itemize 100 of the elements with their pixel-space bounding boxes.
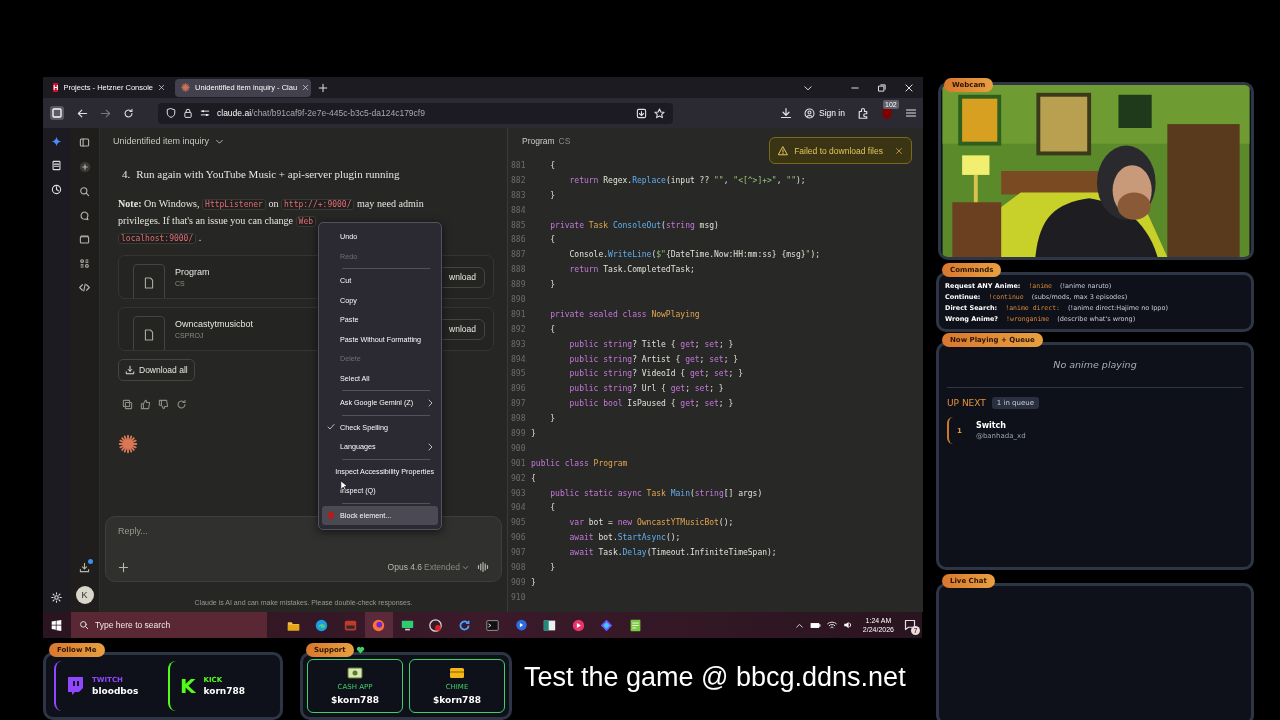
list-number: 4. (122, 168, 131, 180)
up-next-heading: UP NEXT (947, 398, 986, 408)
code-line: } (549, 190, 556, 200)
restore-icon[interactable] (877, 82, 887, 93)
back-icon[interactable] (77, 107, 88, 119)
user-avatar[interactable]: K (75, 586, 94, 604)
play-icon[interactable] (571, 618, 585, 632)
conversation-title[interactable]: Unidentified item inquiry (113, 136, 210, 146)
history-icon[interactable] (51, 184, 62, 195)
speaker-icon[interactable] (842, 620, 853, 630)
file-icon (144, 329, 154, 341)
battery-icon[interactable] (809, 620, 821, 630)
mixer-icon[interactable] (343, 618, 357, 632)
download-icon[interactable] (780, 107, 792, 119)
code-line: } (549, 280, 556, 290)
line-number: 908 (510, 563, 527, 572)
download-tray-icon[interactable] (79, 562, 90, 573)
line-number: 888 (510, 265, 527, 275)
document-icon[interactable] (51, 160, 62, 171)
file-title: Program (522, 136, 555, 146)
line-number: 890 (510, 294, 527, 304)
settings-icon[interactable] (51, 592, 62, 603)
queue-title: Switch (975, 421, 1008, 430)
line-number: 881 (510, 160, 527, 170)
warning-icon (778, 145, 789, 156)
new-tab-icon[interactable] (318, 82, 328, 93)
asterisk-icon (181, 83, 190, 92)
forward-icon (100, 107, 111, 119)
code-line: public string? VideoId { get; set; } (568, 369, 743, 379)
sparkle-icon[interactable] (51, 136, 62, 147)
handle-text: $korn788 (433, 695, 481, 705)
refresh-icon[interactable] (457, 618, 471, 632)
wifi-icon[interactable] (826, 620, 837, 630)
code-line: return Task.CompletedTask; (568, 265, 695, 275)
line-number: 899 (510, 428, 527, 438)
code-line: } (531, 577, 536, 587)
retry-icon[interactable] (176, 399, 187, 410)
file-name: Owncastytmusicbot (175, 319, 254, 329)
notepad-icon[interactable] (628, 618, 642, 632)
install-icon[interactable] (636, 107, 647, 119)
sidebar-icon[interactable] (49, 105, 65, 121)
logo-letter: K (180, 676, 196, 696)
line-number: 882 (510, 175, 527, 185)
code-line: { (549, 503, 556, 513)
terminal-icon[interactable] (486, 618, 500, 632)
line-number: 885 (510, 220, 527, 230)
handle-text: $korn788 (331, 695, 379, 705)
line-number: 909 (510, 577, 527, 587)
extensions-icon[interactable] (857, 107, 869, 119)
monitor-icon[interactable] (400, 618, 414, 632)
address-bar[interactable]: claude.ai/chat/b91caf9f-2e7e-445c-b3c5-da124c179cf9 (158, 102, 673, 124)
code-line: { (549, 324, 556, 334)
search-icon[interactable] (79, 186, 90, 197)
line-number: 889 (510, 280, 527, 290)
error-toast: Failed to download files (769, 137, 912, 164)
model-selector[interactable]: Opus 4.6 Extended (387, 562, 469, 572)
star-icon[interactable] (654, 107, 665, 119)
code-line: { (531, 473, 536, 483)
notification-icon[interactable] (904, 619, 916, 631)
code-line: { (549, 160, 556, 170)
folder-icon[interactable] (79, 234, 90, 245)
copy-icon[interactable] (122, 399, 133, 410)
code-line: } (549, 563, 556, 572)
fox-icon[interactable] (372, 618, 386, 632)
add-icon[interactable] (118, 561, 129, 573)
handle-text: bloodbos (92, 686, 139, 696)
line-number: 898 (510, 414, 527, 424)
grid-icon[interactable] (79, 258, 90, 269)
record-icon[interactable] (429, 618, 443, 632)
line-number: 897 (510, 399, 527, 409)
code-line: private Task ConsoleOut(string msg) (549, 220, 719, 230)
sliders-icon (200, 108, 210, 118)
window-icon[interactable] (543, 618, 557, 632)
code-line: public class Program (531, 458, 628, 468)
menu-icon[interactable] (905, 107, 917, 119)
thumbs-down-icon[interactable] (158, 399, 169, 410)
code-line: public static async Task Main(string[] args) (549, 488, 763, 498)
new-chat-icon[interactable] (78, 161, 91, 173)
line-number: 891 (510, 309, 527, 319)
banknote-icon (347, 667, 363, 679)
search-icon (79, 620, 89, 630)
line-number: 907 (510, 548, 527, 558)
code-line: public bool IsPaused { get; set; } (568, 399, 734, 409)
sign-in-button[interactable]: Sign in (804, 107, 845, 119)
voice-icon[interactable] (477, 561, 489, 573)
thumbs-up-icon[interactable] (140, 399, 151, 410)
chevron-down-icon (462, 563, 469, 571)
line-number: 903 (510, 488, 527, 498)
account-icon (804, 107, 815, 119)
reload-icon[interactable] (123, 107, 134, 119)
diamond-icon[interactable] (600, 618, 614, 632)
taskbar-search-field[interactable]: Type here to search (71, 612, 267, 638)
shield-extension-icon[interactable] (881, 106, 893, 120)
swirl-icon[interactable] (315, 618, 329, 632)
download-all-button[interactable]: Download all (118, 359, 195, 381)
code-icon[interactable] (79, 282, 90, 293)
line-number: 904 (510, 503, 527, 513)
sidebar-toggle-icon[interactable] (79, 137, 90, 148)
windows-start-icon[interactable] (51, 619, 62, 631)
code-line: await bot.StartAsync(); (568, 533, 681, 543)
